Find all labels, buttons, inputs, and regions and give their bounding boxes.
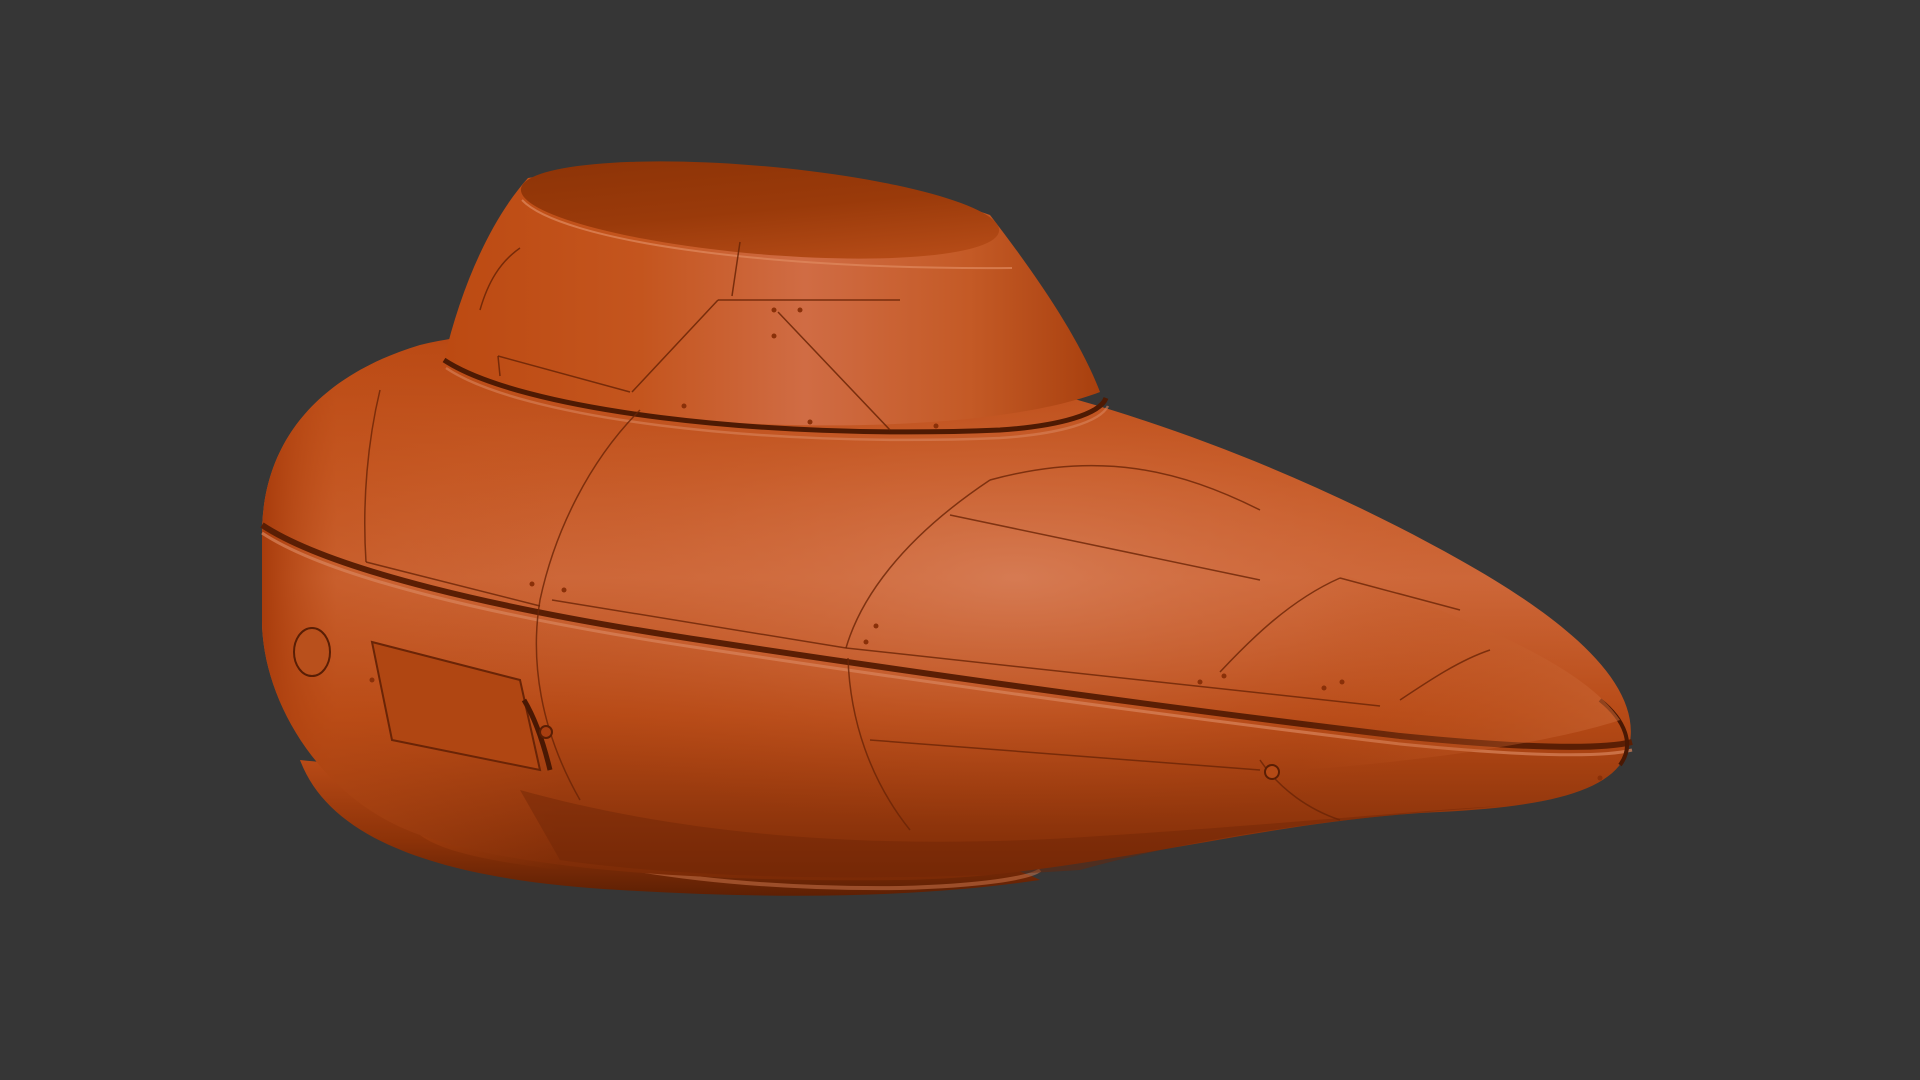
side-port <box>293 627 331 677</box>
nose-bolt <box>1264 764 1280 780</box>
render-viewport <box>0 0 1920 1080</box>
spacecraft-render <box>260 161 1633 896</box>
hatch-bolt <box>539 725 553 739</box>
